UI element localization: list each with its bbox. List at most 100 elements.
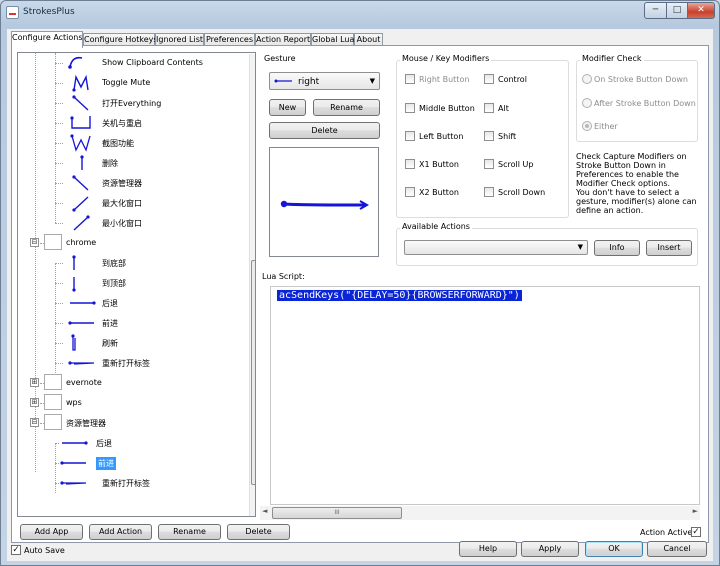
delete-action-button[interactable]: Delete (227, 524, 290, 540)
gesture-up-icon (72, 277, 76, 292)
collapse-toggle[interactable]: ⊟ (30, 418, 39, 427)
tree-item[interactable]: 后退 (18, 434, 248, 452)
middle-button-checkbox[interactable] (405, 103, 415, 113)
scroll-down-arrow[interactable]: ▼ (252, 502, 255, 514)
scroll-down-label: Scroll Down (498, 188, 546, 197)
scrollbar-thumb[interactable]: III (272, 507, 402, 519)
help-button[interactable]: Help (459, 541, 517, 557)
app-icon (44, 414, 62, 430)
shift-label: Shift (498, 132, 517, 141)
tree-item[interactable]: 关机与重启 (18, 114, 248, 132)
info-button[interactable]: Info (594, 240, 640, 256)
scroll-down-checkbox[interactable] (484, 187, 494, 197)
after-stroke-button-down-radio[interactable] (582, 98, 592, 108)
tree-item-label: 前进 (96, 457, 116, 470)
expand-toggle[interactable]: ⊞ (30, 398, 39, 407)
insert-button[interactable]: Insert (646, 240, 692, 256)
scrollbar-thumb[interactable]: ≡ (251, 260, 255, 485)
gesture-stroke-drawing (280, 200, 370, 210)
cancel-button[interactable]: Cancel (647, 541, 707, 557)
x1-button-label: X1 Button (419, 160, 459, 169)
tree-item[interactable]: 重新打开标签 (18, 354, 248, 372)
app-icon (44, 374, 62, 390)
tree-item[interactable]: 刷新 (18, 334, 248, 352)
x2-button-checkbox[interactable] (405, 187, 415, 197)
gesture-preview (269, 147, 379, 257)
tree-item-label: 重新打开标签 (102, 359, 150, 368)
available-actions-title: Available Actions (400, 222, 472, 231)
ok-button[interactable]: OK (585, 541, 643, 557)
tree-item[interactable]: 打开Everything (18, 94, 248, 112)
on-stroke-button-down-radio[interactable] (582, 74, 592, 84)
rename-action-button[interactable]: Rename (158, 524, 221, 540)
maximize-button[interactable]: □ (666, 2, 688, 19)
apply-button[interactable]: Apply (521, 541, 579, 557)
gesture-select-value: right (298, 77, 320, 87)
tab-configure-actions[interactable]: Configure Actions (11, 31, 83, 48)
tree-item[interactable]: 最大化窗口 (18, 194, 248, 212)
after-stroke-button-down-label: After Stroke Button Down (594, 99, 696, 108)
tree-item-label: 后退 (96, 439, 112, 448)
gesture-select[interactable]: right ▼ (269, 72, 380, 90)
tree-group-evernote[interactable]: ⊞ evernote (18, 374, 248, 392)
shift-checkbox[interactable] (484, 131, 494, 141)
scroll-up-arrow[interactable]: ▲ (252, 56, 255, 68)
tree-item[interactable]: 到顶部 (18, 274, 248, 292)
tree-item[interactable]: 到底部 (18, 254, 248, 272)
tree-item[interactable]: 删除 (18, 154, 248, 172)
tree-group-wps[interactable]: ⊞ wps (18, 394, 248, 412)
x1-button-checkbox[interactable] (405, 159, 415, 169)
rename-gesture-button[interactable]: Rename (313, 99, 380, 116)
gesture-w-icon (70, 134, 91, 152)
tree-group-label: wps (66, 398, 82, 407)
add-app-button[interactable]: Add App (20, 524, 83, 540)
new-gesture-button[interactable]: New (269, 99, 306, 116)
tree-item[interactable]: 后退 (18, 294, 248, 312)
tree-item[interactable]: Toggle Mute (18, 74, 248, 92)
gesture-down-icon (80, 155, 84, 170)
app-icon (6, 6, 19, 19)
left-button-checkbox[interactable] (405, 131, 415, 141)
tree-vertical-scrollbar[interactable]: ▲ ≡ ▼ (249, 54, 255, 516)
right-button-checkbox[interactable] (405, 74, 415, 84)
tree-item[interactable]: 截图功能 (18, 134, 248, 152)
available-actions-select[interactable]: ▼ (404, 240, 588, 255)
actions-tree[interactable]: Show Clipboard Contents Toggle Mute 打开Ev… (17, 52, 256, 517)
lua-script-code[interactable]: acSendKeys("{DELAY=50}{BROWSERFORWARD}") (277, 290, 522, 301)
modifier-check-description: Check Capture Modifiers on Stroke Button… (576, 152, 687, 188)
add-action-button[interactable]: Add Action (89, 524, 152, 540)
tree-item-label: 打开Everything (102, 99, 162, 108)
app-icon (44, 394, 62, 410)
tree-item-label: 后退 (102, 299, 118, 308)
delete-gesture-button[interactable]: Delete (269, 122, 380, 139)
scroll-up-checkbox[interactable] (484, 159, 494, 169)
gesture-m-icon (72, 74, 89, 92)
collapse-toggle[interactable]: ⊟ (30, 238, 39, 247)
gesture-optional-description: You don't have to select a gesture, modi… (576, 188, 697, 215)
auto-save-checkbox[interactable]: ✓ (11, 545, 21, 555)
tree-item[interactable]: 资源管理器 (18, 174, 248, 192)
tree-item[interactable]: 最小化窗口 (18, 214, 248, 232)
alt-checkbox[interactable] (484, 103, 494, 113)
tree-group-explorer[interactable]: ⊟ 资源管理器 (18, 414, 248, 432)
scroll-right-arrow[interactable]: ► (693, 507, 698, 515)
lua-horizontal-scrollbar[interactable]: ◄ III ► (260, 506, 700, 520)
title-bar[interactable]: StrokesPlus ─ □ ✕ (1, 1, 719, 25)
lua-script-editor[interactable]: acSendKeys("{DELAY=50}{BROWSERFORWARD}") (270, 286, 700, 505)
tree-item[interactable]: 重新打开标签 (18, 474, 248, 492)
close-button[interactable]: ✕ (687, 2, 715, 19)
tree-item[interactable]: Show Clipboard Contents (18, 54, 248, 72)
either-radio[interactable] (582, 121, 592, 131)
expand-toggle[interactable]: ⊞ (30, 378, 39, 387)
scroll-left-arrow[interactable]: ◄ (262, 507, 267, 515)
action-active-checkbox[interactable]: ✓ (691, 527, 701, 537)
tree-group-chrome[interactable]: ⊟ chrome (18, 234, 248, 252)
left-button-label: Left Button (419, 132, 464, 141)
control-checkbox[interactable] (484, 74, 494, 84)
minimize-button[interactable]: ─ (644, 2, 667, 19)
tree-item[interactable]: 前进 (18, 314, 248, 332)
tree-item-selected[interactable]: 前进 (18, 454, 248, 472)
on-stroke-button-down-label: On Stroke Button Down (594, 75, 688, 84)
tree-item-label: 最大化窗口 (102, 199, 142, 208)
x2-button-label: X2 Button (419, 188, 459, 197)
